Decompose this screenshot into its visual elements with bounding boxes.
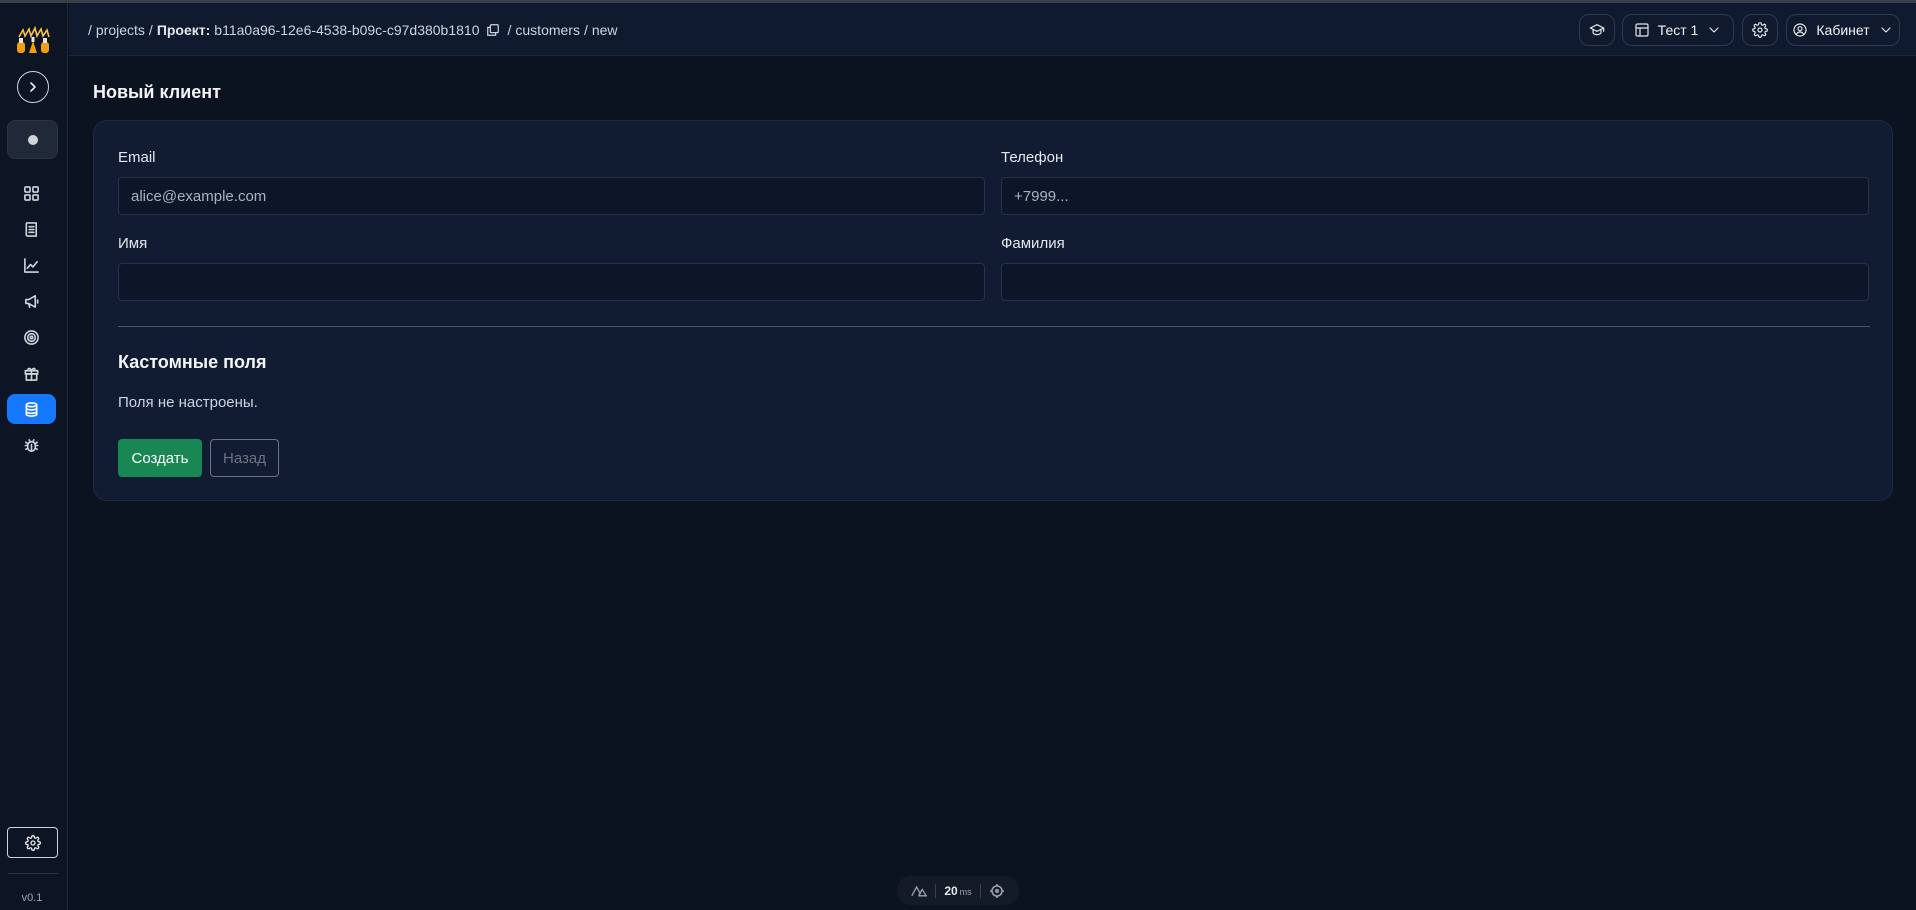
render-time: 20 ms [944, 883, 972, 898]
chevron-down-icon [1881, 27, 1891, 33]
breadcrumb-separator: / [507, 22, 512, 38]
account-label: Кабинет [1816, 22, 1870, 38]
logo-icon[interactable] [13, 25, 53, 57]
workspace-label: Тест 1 [1657, 22, 1699, 38]
breadcrumb-projects-link[interactable]: projects [96, 22, 145, 38]
user-circle-icon [1793, 23, 1807, 37]
gear-icon [1752, 22, 1768, 38]
breadcrumb-separator: / [583, 22, 588, 38]
email-field[interactable] [118, 177, 985, 215]
sidebar-item-journal[interactable] [7, 214, 56, 244]
phone-field[interactable] [1001, 177, 1869, 215]
sidebar-settings-button[interactable] [7, 827, 58, 858]
chart-line-icon [24, 257, 39, 273]
sidebar-divider [8, 873, 58, 874]
sidebar-item-targets[interactable] [7, 322, 56, 352]
section-divider [118, 326, 1870, 327]
target-icon [24, 329, 39, 345]
megaphone-icon [25, 294, 39, 308]
breadcrumb-project-id[interactable]: b11a0a96-12e6-4538-b09c-c97d380b1810 [214, 22, 479, 38]
app-version: v0.1 [21, 892, 43, 904]
status-dot [27, 134, 38, 145]
account-dropdown[interactable]: Кабинет [1786, 14, 1900, 46]
first-name-label: Имя [118, 235, 148, 252]
gift-icon [24, 367, 39, 381]
document-icon [25, 221, 38, 237]
copy-icon[interactable] [486, 23, 500, 37]
learning-button[interactable] [1579, 14, 1615, 46]
bug-icon [24, 438, 39, 452]
back-button[interactable]: Назад [210, 439, 279, 477]
breadcrumb-separator: / [88, 22, 92, 38]
pill-separator [935, 883, 937, 898]
first-name-field[interactable] [118, 263, 985, 301]
sidebar-toggle-button[interactable] [17, 71, 49, 103]
custom-fields-empty-text: Поля не настроены. [118, 394, 258, 411]
customer-form-card: Email Телефон Имя Фамилия Кастомные поля… [93, 120, 1893, 501]
workspace-dropdown[interactable]: Тест 1 [1622, 14, 1734, 46]
sidebar-item-analytics[interactable] [7, 250, 56, 280]
graduation-cap-icon [1589, 24, 1605, 36]
chevron-down-icon [1709, 27, 1719, 33]
breadcrumb: / projects / Проект: b11a0a96-12e6-4538-… [84, 22, 618, 38]
breadcrumb-separator: / [148, 22, 153, 38]
last-name-field[interactable] [1001, 263, 1869, 301]
phone-label: Телефон [1001, 149, 1064, 166]
last-name-label: Фамилия [1001, 235, 1065, 252]
sidebar-item-dashboard[interactable] [7, 178, 56, 208]
pill-separator [979, 883, 981, 898]
email-label: Email [118, 149, 156, 166]
sidebar-item-database[interactable] [7, 394, 56, 424]
settings-button[interactable] [1742, 14, 1778, 46]
database-icon [25, 401, 38, 417]
custom-fields-title: Кастомные поля [118, 352, 267, 372]
breadcrumb-project-label: Проект: [156, 22, 211, 38]
crosshair-icon[interactable] [989, 883, 1005, 899]
sidebar: v0.1 [0, 3, 68, 910]
status-indicator[interactable] [7, 120, 58, 159]
gear-icon [24, 834, 41, 851]
layout-icon [1635, 23, 1649, 37]
sidebar-item-rewards[interactable] [7, 358, 56, 388]
sidebar-item-campaigns[interactable] [7, 286, 56, 316]
create-button[interactable]: Создать [118, 439, 202, 477]
nuxt-logo-icon [911, 885, 928, 896]
page-title: Новый клиент [93, 82, 221, 102]
breadcrumb-customers-link[interactable]: customers [515, 22, 580, 38]
sidebar-item-debug[interactable] [7, 430, 56, 460]
chevron-right-icon [30, 82, 36, 92]
grid-icon [24, 185, 39, 201]
dev-status-pill[interactable]: 20 ms [897, 876, 1019, 905]
top-header: / projects / Проект: b11a0a96-12e6-4538-… [69, 3, 1916, 56]
breadcrumb-current: new [591, 22, 618, 38]
